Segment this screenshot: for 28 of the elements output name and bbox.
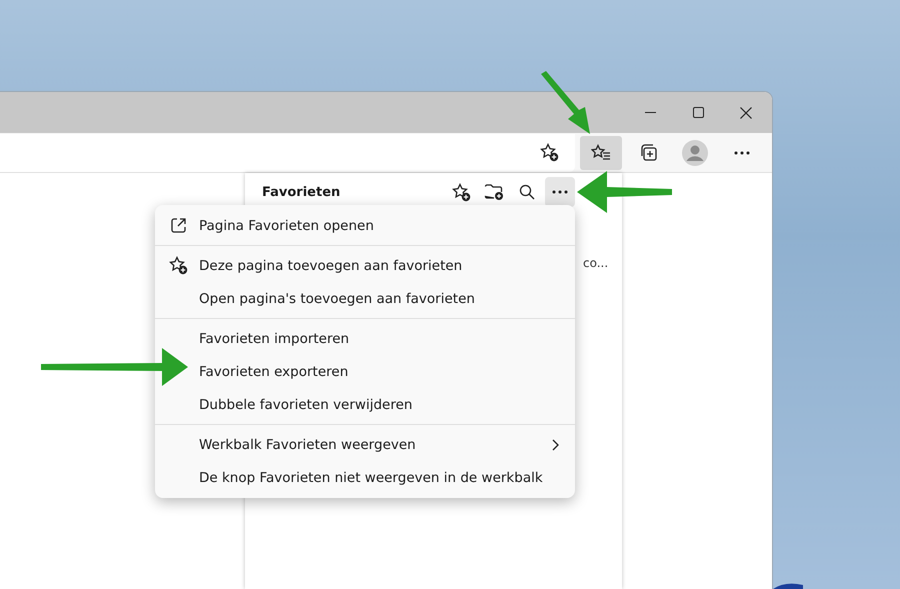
folder-add-icon — [484, 183, 504, 201]
menu-item[interactable]: Pagina Favorieten openen — [155, 209, 575, 242]
menu-item[interactable]: Deze pagina toevoegen aan favorieten — [155, 249, 575, 282]
favorites-button[interactable] — [580, 136, 622, 170]
more-options-button[interactable] — [545, 177, 575, 207]
avatar-icon — [682, 140, 708, 166]
menu-item[interactable]: De knop Favorieten niet weergeven in de werkbalk — [155, 461, 575, 494]
favorite-item-text: co... — [583, 256, 610, 270]
add-favorite-icon — [540, 143, 559, 162]
search-icon — [519, 184, 535, 200]
menu-item[interactable]: Dubbele favorieten verwijderen — [155, 388, 575, 421]
menu-item[interactable]: Favorieten exporteren — [155, 355, 575, 388]
favorites-icon — [591, 144, 611, 162]
menu-item[interactable]: Werkbalk Favorieten weergeven — [155, 428, 575, 461]
wallpaper-curve — [773, 581, 803, 589]
chevron-right-icon — [552, 438, 559, 450]
panel-title: Favorieten — [262, 184, 342, 200]
collections-icon — [638, 143, 658, 162]
star-add-icon — [169, 256, 188, 275]
more-icon — [734, 150, 750, 154]
maximize-icon — [692, 107, 704, 118]
star-add-icon — [452, 182, 470, 202]
menu-item[interactable]: Open pagina's toevoegen aan favorieten — [155, 282, 575, 315]
minimize-icon — [644, 112, 656, 113]
close-icon — [740, 106, 752, 118]
more-icon — [552, 190, 568, 194]
menu-item[interactable]: Favorieten importeren — [155, 322, 575, 355]
external-link-icon — [170, 217, 187, 234]
